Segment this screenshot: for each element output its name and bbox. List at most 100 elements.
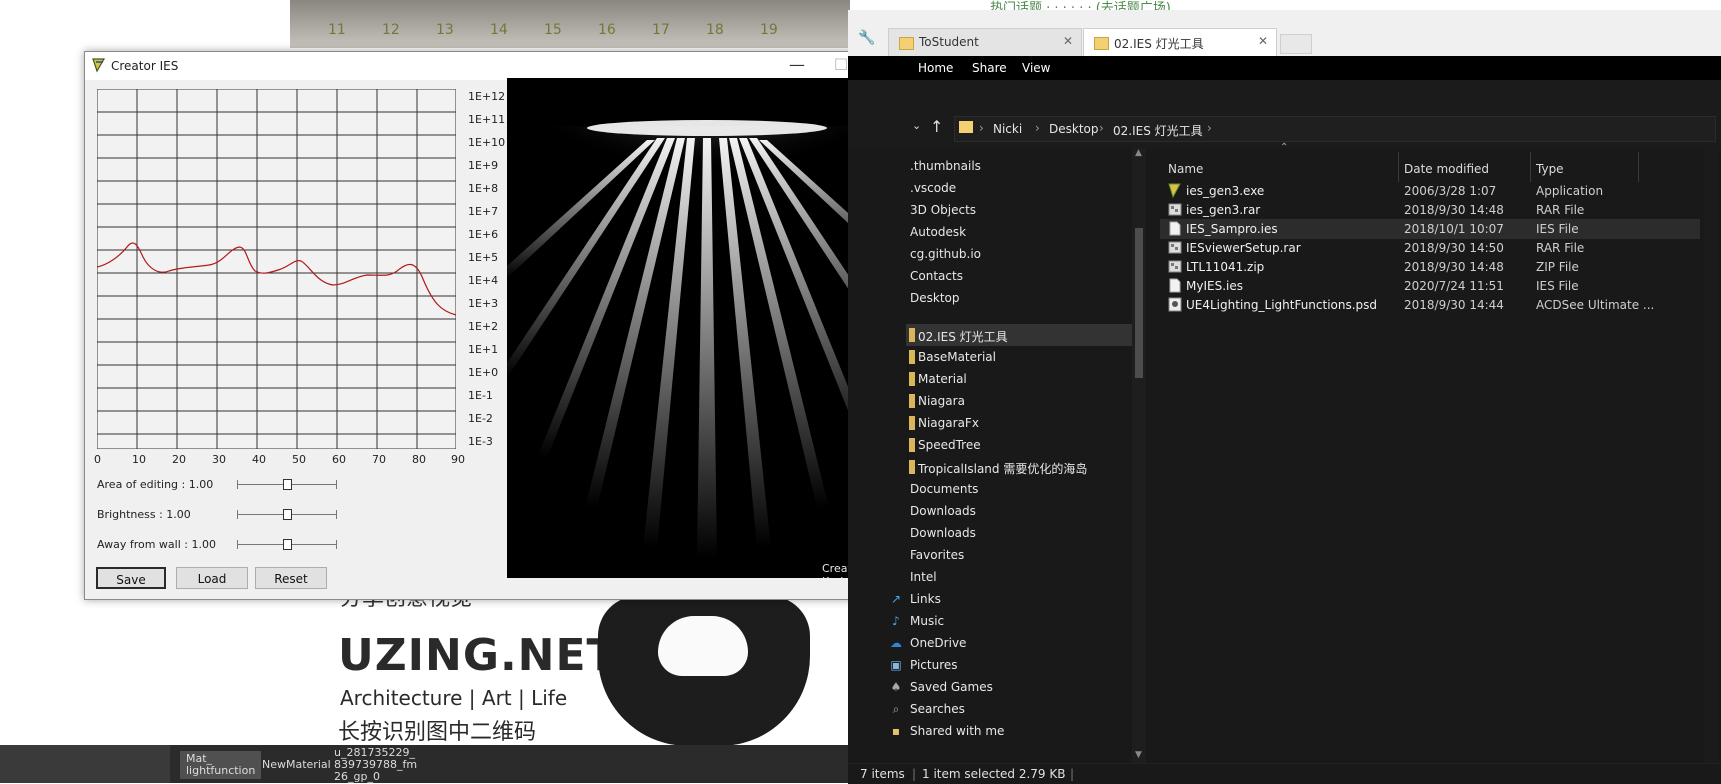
file-row[interactable]: UE4Lighting_LightFunctions.psd 2018/9/30… — [1160, 295, 1700, 315]
column-header-type[interactable]: Type — [1536, 162, 1564, 176]
bg-tick: 18 — [706, 22, 724, 38]
y-axis-label: 1E+2 — [468, 320, 499, 333]
scroll-down-icon[interactable]: ▼ — [1135, 750, 1142, 760]
slider-end-tick — [336, 540, 337, 549]
up-arrow-icon[interactable]: ↑ — [930, 117, 943, 136]
slider-end-tick — [237, 480, 238, 489]
shared-folder-icon: ▪ — [891, 724, 901, 738]
nav-item[interactable]: .vscode — [910, 181, 956, 195]
nav-scrollbar[interactable]: ▲ ▼ — [1132, 148, 1146, 763]
file-date: 2018/9/30 14:44 — [1404, 298, 1504, 312]
column-divider[interactable] — [1638, 152, 1639, 182]
nav-item[interactable]: cg.github.io — [910, 247, 981, 261]
chevron-right-icon[interactable]: › — [1035, 121, 1040, 135]
reset-button[interactable]: Reset — [255, 567, 327, 589]
nav-item[interactable]: Documents — [910, 482, 978, 496]
ribbon-tab-view[interactable]: View — [1022, 61, 1050, 75]
folder-icon — [909, 394, 915, 408]
bg-tick: 13 — [436, 22, 454, 38]
nav-item[interactable]: Autodesk — [910, 225, 966, 239]
nav-item[interactable]: SpeedTree — [918, 438, 981, 452]
away-from-wall-slider[interactable] — [237, 539, 337, 550]
breadcrumb-current[interactable]: 02.IES 灯光工具 — [1113, 122, 1203, 139]
bg-tick: 14 — [490, 22, 508, 38]
column-header-name[interactable]: Name — [1168, 162, 1203, 176]
nav-item[interactable]: Favorites — [910, 548, 964, 562]
tab-tostudent[interactable]: ToStudent ✕ — [888, 28, 1082, 58]
ies-light-preview[interactable]: Created by Karba — [507, 78, 907, 578]
asset-tag[interactable]: u_281735229_ 839739788_fm 26_gp_0 — [334, 747, 417, 783]
recent-locations-icon[interactable]: ⌄ — [912, 119, 921, 132]
slider-thumb[interactable] — [283, 479, 292, 490]
nav-scroll-thumb[interactable] — [1135, 228, 1143, 378]
close-tab-icon[interactable]: ✕ — [1258, 34, 1268, 48]
column-divider[interactable] — [1530, 152, 1531, 182]
nav-item[interactable]: Niagara — [918, 394, 965, 408]
x-axis-label: 0 — [94, 453, 101, 466]
address-bar[interactable]: › Nicki › Desktop › 02.IES 灯光工具 › — [954, 116, 1716, 142]
nav-item[interactable]: BaseMaterial — [918, 350, 996, 364]
ies-titlebar[interactable]: Creator IES — ☐ ✕ — [85, 52, 907, 80]
chevron-right-icon[interactable]: › — [979, 121, 984, 135]
file-row-selected[interactable]: IES_Sampro.ies 2018/10/1 10:07 IES File — [1160, 219, 1700, 239]
file-row[interactable]: LTL11041.zip 2018/9/30 14:48 ZIP File — [1160, 257, 1700, 277]
file-row[interactable]: ies_gen3.rar 2018/9/30 14:48 RAR File — [1160, 200, 1700, 220]
new-tab-button[interactable] — [1280, 34, 1312, 54]
nav-item[interactable]: .thumbnails — [910, 159, 981, 173]
save-button[interactable]: Save — [96, 567, 166, 589]
file-row[interactable]: MyIES.ies 2020/7/24 11:51 IES File — [1160, 276, 1700, 296]
ies-app-icon — [92, 58, 106, 73]
brightness-slider[interactable] — [237, 509, 337, 520]
folder-icon — [959, 121, 973, 133]
nav-item[interactable]: 3D Objects — [910, 203, 976, 217]
asset-tag[interactable]: Mat_ lightfunction — [180, 751, 262, 779]
slider-thumb[interactable] — [283, 539, 292, 550]
file-name: IES_Sampro.ies — [1186, 222, 1278, 236]
nav-item[interactable]: Music — [910, 614, 944, 628]
minimize-button[interactable]: — — [775, 52, 819, 80]
asset-tag[interactable]: NewMaterial — [262, 759, 331, 771]
column-header-date[interactable]: Date modified — [1404, 162, 1489, 176]
nav-item[interactable]: Downloads — [910, 504, 976, 518]
minimize-icon: — — [789, 55, 805, 74]
scroll-up-icon[interactable]: ▲ — [1135, 148, 1142, 158]
ribbon-tab-share[interactable]: Share — [972, 61, 1007, 75]
chevron-right-icon[interactable]: › — [1099, 121, 1104, 135]
nav-item[interactable]: Searches — [910, 702, 965, 716]
nav-item[interactable]: Desktop — [910, 291, 960, 305]
nav-item[interactable]: Pictures — [910, 658, 958, 672]
x-axis-label: 50 — [292, 453, 306, 466]
nav-item[interactable]: Links — [910, 592, 941, 606]
file-type: RAR File — [1536, 203, 1585, 217]
nav-item[interactable]: Downloads — [910, 526, 976, 540]
close-tab-icon[interactable]: ✕ — [1063, 34, 1073, 48]
file-name: ies_gen3.rar — [1186, 203, 1261, 217]
file-list-pane: ⌃ Name Date modified Type ies_gen3.exe 2… — [1154, 142, 1704, 763]
status-divider: | — [1070, 767, 1075, 781]
load-button[interactable]: Load — [176, 567, 248, 589]
nav-item[interactable]: Contacts — [910, 269, 963, 283]
column-divider[interactable] — [1398, 152, 1399, 182]
chevron-right-icon[interactable]: › — [1207, 121, 1212, 135]
wrench-icon[interactable]: 🔧 — [858, 30, 875, 46]
file-row[interactable]: IESviewerSetup.rar 2018/9/30 14:50 RAR F… — [1160, 238, 1700, 258]
slider-thumb[interactable] — [283, 509, 292, 520]
nav-item[interactable]: Shared with me — [910, 724, 1004, 738]
folder-icon — [909, 460, 915, 474]
nav-item[interactable]: Intel — [910, 570, 937, 584]
nav-item[interactable]: Material — [918, 372, 967, 386]
nav-item[interactable]: 02.IES 灯光工具 — [918, 328, 1008, 345]
tab-ies-tools[interactable]: 02.IES 灯光工具 ✕ — [1083, 28, 1277, 57]
area-of-editing-slider[interactable] — [237, 479, 337, 490]
nav-item[interactable]: NiagaraFx — [918, 416, 979, 430]
breadcrumb-desktop[interactable]: Desktop — [1049, 122, 1099, 136]
y-axis-label: 1E+10 — [468, 136, 506, 149]
y-axis-label: 1E+11 — [468, 113, 506, 126]
nav-item[interactable]: OneDrive — [910, 636, 966, 650]
intensity-graph[interactable] — [97, 89, 456, 449]
file-row[interactable]: ies_gen3.exe 2006/3/28 1:07 Application — [1160, 181, 1700, 201]
nav-item[interactable]: TropicalIsland 需要优化的海岛 — [918, 460, 1087, 477]
nav-item[interactable]: Saved Games — [910, 680, 993, 694]
ribbon-tab-home[interactable]: Home — [918, 61, 953, 75]
breadcrumb-nicki[interactable]: Nicki — [993, 122, 1022, 136]
